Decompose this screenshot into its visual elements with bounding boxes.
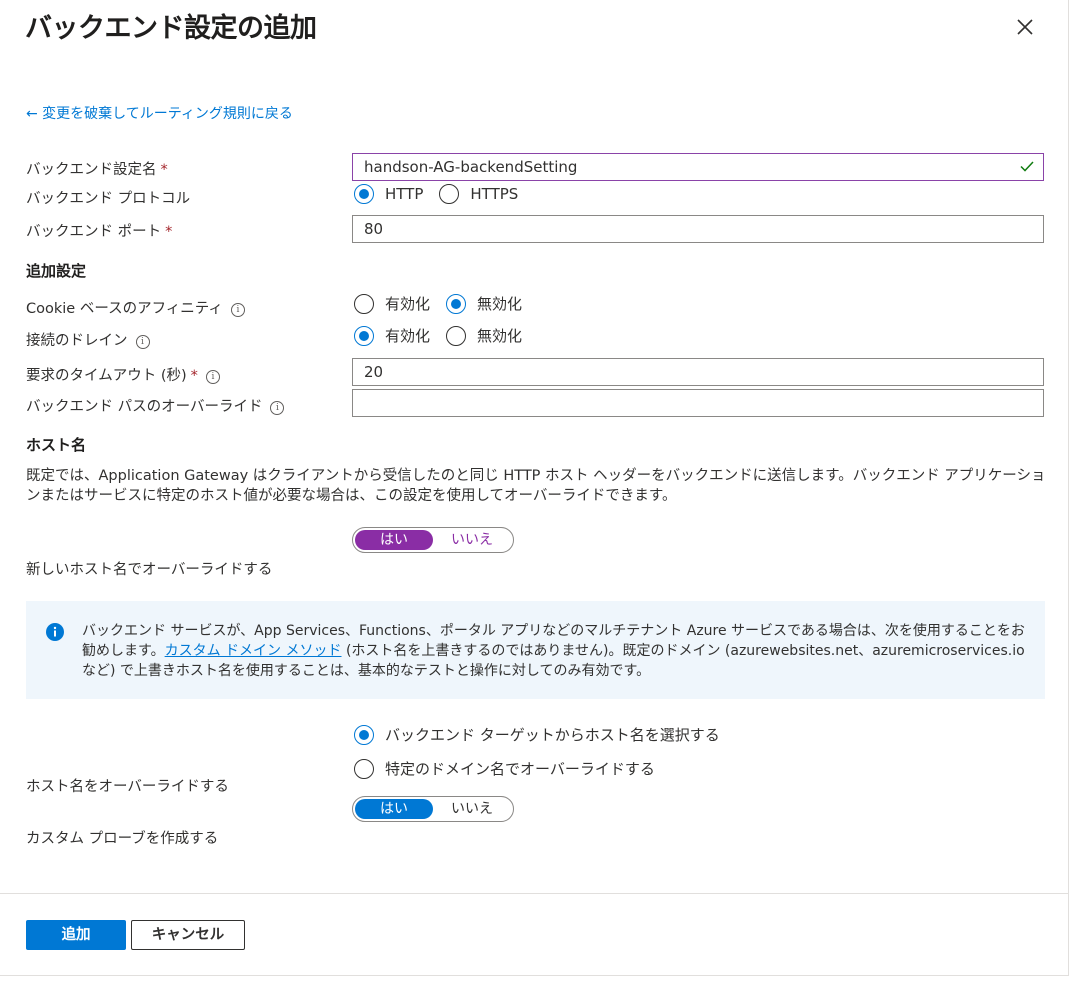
info-message-text: バックエンド サービスが、App Services、Functions、ポータル… bbox=[82, 623, 1025, 679]
additional-settings-heading: 追加設定 bbox=[26, 262, 87, 280]
info-icon[interactable]: i bbox=[205, 370, 220, 384]
required-mark: * bbox=[165, 224, 173, 240]
cancel-button[interactable]: キャンセル bbox=[131, 920, 245, 950]
valid-check-icon bbox=[1020, 161, 1034, 172]
back-to-routing-rule-link[interactable]: ← 変更を破棄してルーティング規則に戻る bbox=[26, 103, 293, 123]
timeout-input[interactable]: 20 bbox=[352, 358, 1044, 386]
custom-domain-method-link[interactable]: カスタム ドメイン メソッド bbox=[165, 643, 342, 659]
info-icon[interactable]: i bbox=[135, 335, 150, 349]
protocol-https-radio[interactable]: HTTPS bbox=[439, 184, 518, 204]
blade-panel: バックエンド設定の追加 ← 変更を破棄してルーティング規則に戻る バックエンド設… bbox=[0, 0, 1069, 976]
info-filled-icon bbox=[46, 623, 64, 641]
connection-drain-label: 接続のドレイン i bbox=[26, 329, 150, 350]
hostname-heading: ホスト名 bbox=[26, 436, 87, 454]
protocol-radio-group: HTTP HTTPS bbox=[354, 184, 518, 204]
toggle-no[interactable]: いいえ bbox=[433, 530, 511, 550]
custom-probe-toggle[interactable]: はい いいえ bbox=[352, 796, 514, 822]
radio-empty-icon bbox=[354, 293, 374, 314]
info-message-bar: バックエンド サービスが、App Services、Functions、ポータル… bbox=[26, 601, 1045, 699]
hostname-description: 既定では、Application Gateway はクライアントから受信したのと… bbox=[26, 468, 1046, 504]
connection-drain-enable-radio[interactable]: 有効化 bbox=[354, 325, 430, 346]
radio-selected-icon bbox=[354, 325, 374, 346]
required-mark: * bbox=[160, 162, 168, 178]
cookie-affinity-label: Cookie ベースのアフィニティ i bbox=[26, 297, 245, 318]
port-label: バックエンド ポート * bbox=[26, 224, 173, 240]
hostname-override-radio-group: バックエンド ターゲットからホスト名を選択する 特定のドメイン名でオーバーライド… bbox=[354, 724, 720, 779]
setting-name-label: バックエンド設定名 * bbox=[26, 162, 168, 178]
radio-selected-icon bbox=[446, 293, 467, 314]
port-input[interactable]: 80 bbox=[352, 215, 1044, 243]
override-new-hostname-toggle[interactable]: はい いいえ bbox=[352, 527, 514, 553]
cookie-affinity-enable-radio[interactable]: 有効化 bbox=[354, 293, 430, 314]
page-title: バックエンド設定の追加 bbox=[25, 13, 317, 44]
radio-selected-icon bbox=[354, 184, 374, 204]
info-icon[interactable]: i bbox=[230, 303, 245, 317]
info-icon[interactable]: i bbox=[270, 401, 285, 415]
cookie-affinity-disable-radio[interactable]: 無効化 bbox=[446, 293, 522, 314]
custom-probe-label: カスタム プローブを作成する bbox=[26, 831, 219, 847]
add-button[interactable]: 追加 bbox=[26, 920, 126, 950]
cookie-affinity-radio-group: 有効化 無効化 bbox=[354, 293, 522, 314]
timeout-value: 20 bbox=[364, 363, 384, 381]
hostname-override-label: ホスト名をオーバーライドする bbox=[26, 779, 229, 795]
protocol-http-radio[interactable]: HTTP bbox=[354, 184, 423, 204]
timeout-label: 要求のタイムアウト (秒) * i bbox=[26, 364, 220, 385]
footer-divider bbox=[0, 893, 1068, 894]
close-icon[interactable] bbox=[1012, 14, 1038, 40]
radio-empty-icon bbox=[439, 184, 460, 204]
connection-drain-disable-radio[interactable]: 無効化 bbox=[446, 325, 522, 346]
toggle-yes[interactable]: はい bbox=[355, 799, 433, 819]
setting-name-input[interactable]: handson-AG-backendSetting bbox=[352, 153, 1044, 181]
pick-from-backend-target-radio[interactable]: バックエンド ターゲットからホスト名を選択する bbox=[354, 724, 720, 745]
required-mark: * bbox=[190, 368, 198, 384]
radio-selected-icon bbox=[354, 724, 374, 745]
toggle-yes[interactable]: はい bbox=[355, 530, 433, 550]
port-value: 80 bbox=[364, 220, 384, 238]
radio-empty-icon bbox=[354, 758, 374, 779]
toggle-no[interactable]: いいえ bbox=[433, 799, 511, 819]
override-new-hostname-label: 新しいホスト名でオーバーライドする bbox=[26, 562, 273, 578]
setting-name-value: handson-AG-backendSetting bbox=[364, 158, 578, 176]
connection-drain-radio-group: 有効化 無効化 bbox=[354, 325, 522, 346]
path-override-input[interactable] bbox=[352, 389, 1044, 417]
protocol-label: バックエンド プロトコル bbox=[26, 191, 191, 207]
radio-empty-icon bbox=[446, 325, 467, 346]
override-specific-domain-radio[interactable]: 特定のドメイン名でオーバーライドする bbox=[354, 758, 720, 779]
path-override-label: バックエンド パスのオーバーライド i bbox=[26, 395, 285, 416]
